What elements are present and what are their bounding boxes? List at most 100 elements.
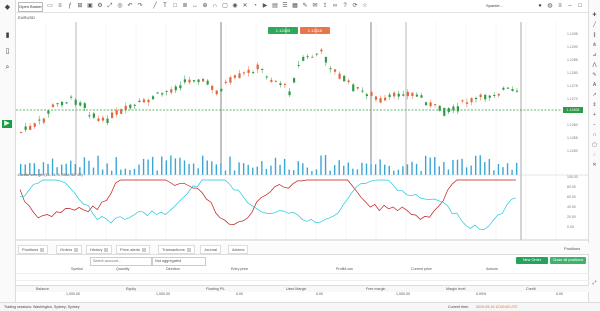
user-icon[interactable]: ● xyxy=(536,2,544,10)
text-icon[interactable]: A xyxy=(591,82,598,88)
dropper-icon[interactable]: ▯ xyxy=(3,48,12,56)
fib-tool-icon[interactable]: ≣ xyxy=(181,2,189,10)
osc-tick: 0.00 xyxy=(567,225,574,229)
search-icon[interactable]: ⌕ xyxy=(3,64,12,72)
arrow-icon[interactable]: ↗ xyxy=(591,92,598,98)
template-icon[interactable]: ▣ xyxy=(86,2,94,10)
app-logo-icon[interactable]: ◆ xyxy=(3,4,12,12)
measure-icon[interactable]: ↔ xyxy=(191,2,199,10)
summary-label: Free margin xyxy=(366,287,386,291)
news-icon[interactable]: ✎ xyxy=(301,2,309,10)
tab-journal[interactable]: Journal xyxy=(200,245,222,254)
gann-icon[interactable]: ⊿ xyxy=(591,52,598,58)
chat-icon[interactable]: ✉ xyxy=(311,2,319,10)
summary-value: 0.00 xyxy=(316,292,323,296)
chart-grid xyxy=(45,22,557,240)
tab-price-alerts[interactable]: Price alerts xyxy=(116,245,151,254)
delete-icon[interactable]: ✕ xyxy=(591,162,598,168)
ruler-icon[interactable]: ⇕ xyxy=(591,102,598,108)
tab-orders[interactable]: Orders xyxy=(56,245,83,254)
lock-icon[interactable]: ▢ xyxy=(221,2,229,10)
close-all-button[interactable]: Close all positions xyxy=(550,257,586,264)
zoom-icon[interactable]: ⊕ xyxy=(201,2,209,10)
column-header[interactable]: Current price xyxy=(411,267,432,271)
sync-icon[interactable]: ⟳ xyxy=(351,2,359,10)
column-header[interactable]: Direction xyxy=(166,267,180,271)
notifications-icon[interactable]: ◍ xyxy=(546,2,554,10)
magnet-tool-icon[interactable]: ∩ xyxy=(591,132,598,138)
summary-value: 1,000.00 xyxy=(156,292,170,296)
zoom-out-icon[interactable]: − xyxy=(591,122,598,128)
screenshot-icon[interactable]: ◎ xyxy=(116,2,124,10)
column-header[interactable]: Entry price xyxy=(231,267,248,271)
expand-icon[interactable]: ⤢ xyxy=(591,280,598,286)
account-label[interactable]: Sparkie... xyxy=(486,2,503,10)
pitchfork-icon[interactable]: ⋔ xyxy=(591,42,598,48)
shape-tool-icon[interactable]: □ xyxy=(171,2,179,10)
drawing-icon[interactable]: ✚ xyxy=(591,12,598,18)
tab-positions[interactable]: Positions xyxy=(18,245,49,254)
pattern-icon[interactable]: ⋀ xyxy=(591,62,598,68)
fullscreen-icon[interactable]: ⤢ xyxy=(106,2,114,10)
hide-icon[interactable]: ◌ xyxy=(591,152,598,158)
settings-icon[interactable]: ⚙ xyxy=(96,2,104,10)
summary-label: Used Margin xyxy=(286,287,307,291)
calendar-icon[interactable]: ▦ xyxy=(291,2,299,10)
bookmark-icon[interactable]: ▮ xyxy=(3,32,12,40)
channel-icon[interactable]: ∥ xyxy=(591,32,598,38)
summary-label: Equity xyxy=(126,287,136,291)
osc-tick: 100.00 xyxy=(567,175,578,179)
top-toolbar: Open Broker ▭ ≡ ƒ ⊞ ▣ ⚙ ⤢ ◎ ↶ ↷ ╱ T □ ≣ … xyxy=(16,0,589,13)
magnet-icon[interactable]: ∩ xyxy=(211,2,219,10)
line-tool-icon[interactable]: ╱ xyxy=(151,2,159,10)
interval-icon[interactable]: ≡ xyxy=(56,2,64,10)
candles xyxy=(20,47,519,134)
alert-icon[interactable]: ◔ xyxy=(251,2,259,10)
new-order-button[interactable]: New Order xyxy=(516,257,548,264)
trend-icon[interactable]: ╱ xyxy=(591,22,598,28)
undo-icon[interactable]: ↶ xyxy=(126,2,134,10)
price-tick: 1.1250 xyxy=(567,149,578,153)
symbol-selector[interactable]: Open Broker xyxy=(18,2,43,12)
active-marker-icon[interactable]: ▶ xyxy=(2,120,12,128)
account-filter[interactable]: Select account... xyxy=(90,257,152,266)
replay-icon[interactable]: ▶ xyxy=(261,2,269,10)
price-chart[interactable] xyxy=(16,22,589,243)
column-header[interactable]: Quantity xyxy=(116,267,129,271)
lock-tool-icon[interactable]: ▢ xyxy=(591,142,598,148)
star-icon[interactable]: ☆ xyxy=(361,2,369,10)
eye-icon[interactable]: ◉ xyxy=(231,2,239,10)
column-header[interactable]: Actions xyxy=(486,267,498,271)
maximize-icon[interactable]: □ xyxy=(576,2,584,10)
tab-transactions[interactable]: Transactions xyxy=(158,245,195,254)
link-icon[interactable]: ∞ xyxy=(331,2,339,10)
brush-icon[interactable]: ✎ xyxy=(591,72,598,78)
tab-label: Transactions xyxy=(162,247,185,252)
symbol-selector-label: Open Broker xyxy=(19,4,42,9)
help-icon[interactable]: ? xyxy=(341,2,349,10)
indicators-icon[interactable]: ƒ xyxy=(66,2,74,10)
tab-history[interactable]: History xyxy=(86,245,113,254)
text-tool-icon[interactable]: T xyxy=(161,2,169,10)
zoom-in-icon[interactable]: + xyxy=(591,112,598,118)
hotlist-icon[interactable]: ☰ xyxy=(281,2,289,10)
osc-tick: 20.00 xyxy=(567,215,576,219)
menu-icon[interactable]: ≡ xyxy=(556,2,564,10)
price-tick: 1.1290 xyxy=(567,45,578,49)
chart-type-icon[interactable]: ▭ xyxy=(46,2,54,10)
aggregation-select[interactable]: Not aggregated xyxy=(152,257,206,266)
redo-icon[interactable]: ↷ xyxy=(136,2,144,10)
price-axis[interactable]: 1.1295 1.1290 1.1285 1.1280 1.1275 1.1270 1.12… xyxy=(567,22,589,153)
tab-alarms[interactable]: Alarms xyxy=(228,245,249,254)
bottom-tabs: Positions Orders History Price alerts Tr… xyxy=(16,243,589,255)
column-header[interactable]: Profit/Loss xyxy=(336,267,353,271)
price-tick: 1.1260 xyxy=(567,123,578,127)
column-header[interactable]: Symbol xyxy=(71,267,83,271)
compare-icon[interactable]: ⊞ xyxy=(76,2,84,10)
minimize-icon[interactable]: – xyxy=(566,2,574,10)
layout-icon[interactable]: ▤ xyxy=(271,2,279,10)
trash-icon[interactable]: ✕ xyxy=(241,2,249,10)
tab-label: Journal xyxy=(204,247,218,252)
share-icon[interactable]: ⇪ xyxy=(321,2,329,10)
summary-value: 1,000.00 xyxy=(396,292,410,296)
